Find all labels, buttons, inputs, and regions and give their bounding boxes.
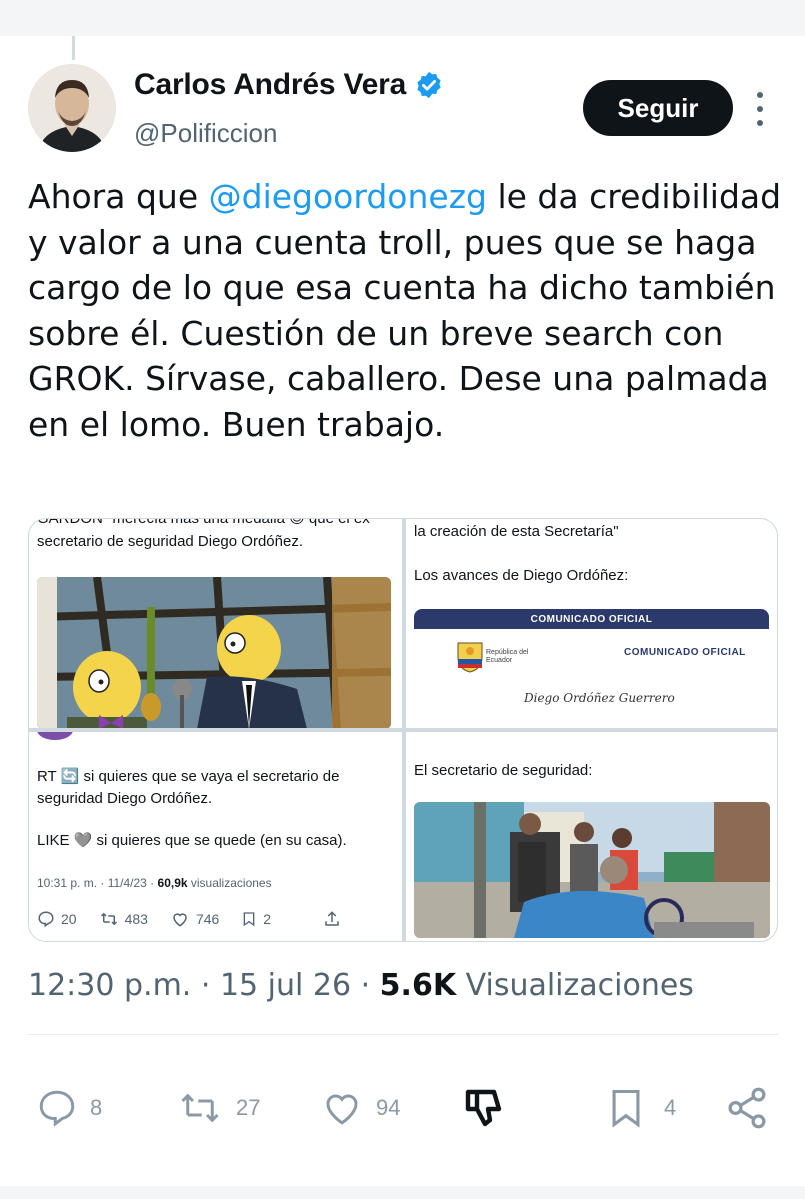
author-name[interactable]: Carlos Andrés Vera [134,68,444,102]
thread-connector-line [72,36,75,60]
img3-reply-count: 20 [61,911,77,927]
img2-quote-end: la creación de esta Secretaría" [414,523,619,540]
author-handle[interactable]: @Polificcion [134,118,277,149]
share-button[interactable] [724,1080,770,1136]
img3-like: 746 [170,910,219,928]
dislike-button[interactable] [460,1080,508,1136]
share-icon [728,1087,766,1129]
img3-rt-line: RT 🔄 si quieres que se vaya el secretari… [37,768,340,785]
media-image-3[interactable]: RT 🔄 si quieres que se vaya el secretari… [29,732,402,941]
img3-meta-views: 60,9k [157,876,188,890]
img3-meta-views-label: visualizaciones [187,876,272,890]
tweet-timestamp[interactable]: 12:30 p.m. · 15 jul 26 · 5.6K Visualizac… [28,968,694,1003]
img2-text: Los avances de Diego Ordóñez: [414,567,629,584]
signature-name: Diego Ordóñez Guerrero [524,691,675,705]
follow-button[interactable]: Seguir [583,80,733,136]
media-image-4[interactable]: El secretario de seguridad: [406,732,777,941]
retweet-button[interactable]: 27 [174,1080,260,1136]
action-bar: 8 27 94 4 [28,1080,778,1136]
media-grid[interactable]: GARDON "merecía más una medalla 😉 que el… [28,518,778,942]
heart-icon [326,1094,358,1125]
img3-like-count: 746 [195,911,220,927]
author-name-text[interactable]: Carlos Andrés Vera [134,68,406,102]
img3-bookmark: 2 [241,910,271,928]
bookmark-button[interactable]: 4 [604,1080,676,1136]
share-icon [325,911,339,926]
ecuador-coat-of-arms-icon [457,642,483,673]
img3-like-line: LIKE 🩶 si quieres que se quede (en su ca… [37,832,347,849]
profile-avatar-fragment [37,732,73,740]
img1-cut-text: GARDON "merecía más una medalla 😉 que el… [37,519,370,527]
bookmark-icon [612,1089,640,1128]
img3-actions: 20 483 746 2 [37,910,392,928]
tweet-text: Ahora que @diegoordonezg le da credibili… [28,174,788,447]
media-image-1[interactable]: GARDON "merecía más una medalla 😉 que el… [29,519,402,728]
img3-retweet: 483 [99,910,148,928]
img3-meta-time: 10:31 p. m. · 11/4/23 · [37,876,158,890]
timestamp-date[interactable]: 15 jul 26 [220,968,351,1003]
img3-reply: 20 [37,910,77,928]
avatar-photo [28,64,116,152]
reply-button[interactable]: 8 [34,1080,102,1136]
img3-rt-line2: seguridad Diego Ordóñez. [37,790,213,807]
more-options-icon[interactable] [748,92,772,126]
tweet-text-rest: le da credibilidad y valor a una cuenta … [28,177,782,444]
like-count: 94 [376,1095,401,1120]
views-label: Visualizaciones [465,968,694,1003]
avatar[interactable] [28,64,116,152]
heart-icon [173,913,187,927]
retweet-icon [181,1093,219,1123]
divider [28,1034,778,1035]
retweet-icon [100,912,117,926]
tweet-text-start: Ahora que [28,177,209,216]
verified-badge-icon [417,71,441,99]
img1-text: secretario de seguridad Diego Ordóñez. [37,533,303,550]
bookmark-count: 4 [664,1095,677,1120]
republic-label: República del Ecuador [486,649,529,664]
cartoon-illustration [37,577,391,728]
mention-link[interactable]: @diegoordonezg [209,177,487,216]
img3-retweet-count: 483 [124,911,148,927]
img4-text: El secretario de seguridad: [414,762,593,779]
thumbs-down-icon [465,1089,502,1127]
reply-icon [39,1090,75,1127]
view-count: 5.6K [379,968,457,1003]
media-image-2[interactable]: la creación de esta Secretaría" Los avan… [406,519,777,728]
comunicado-title: COMUNICADO OFICIAL [624,647,746,658]
like-button[interactable]: 94 [318,1080,400,1136]
comunicado-document: COMUNICADO OFICIAL República del Ecuador… [414,609,769,719]
reply-count: 8 [90,1095,103,1120]
retweet-count: 27 [236,1095,261,1120]
top-strip [0,0,805,36]
reply-icon [38,911,54,928]
comunicado-banner: COMUNICADO OFICIAL [414,609,769,629]
street-photo [414,802,770,938]
img3-meta: 10:31 p. m. · 11/4/23 · 60,9k visualizac… [37,876,272,890]
timestamp-time[interactable]: 12:30 p.m. [28,968,191,1003]
bottom-strip [0,1186,805,1199]
bookmark-icon [243,912,255,927]
img3-bookmark-count: 2 [263,911,272,927]
